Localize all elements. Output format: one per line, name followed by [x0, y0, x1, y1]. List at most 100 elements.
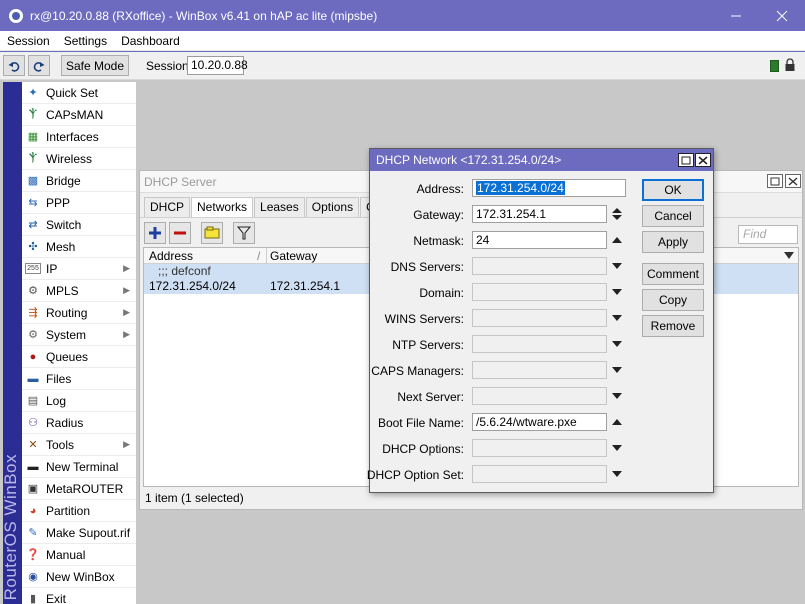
- tab-leases[interactable]: Leases: [254, 197, 305, 217]
- address-field[interactable]: 172.31.254.0/24: [472, 179, 626, 197]
- tab-dhcp[interactable]: DHCP: [144, 197, 191, 217]
- undo-button[interactable]: [3, 55, 25, 76]
- dialog-close-button[interactable]: [695, 153, 711, 167]
- dhcp-server-maximize-button[interactable]: [767, 174, 783, 188]
- wins-servers-field[interactable]: [472, 309, 607, 327]
- sidebar-item-files[interactable]: ▬ Files: [22, 368, 136, 390]
- expand-arrow-icon[interactable]: [612, 361, 622, 379]
- close-button[interactable]: [759, 0, 805, 31]
- filter-button[interactable]: [233, 222, 255, 244]
- sidebar-item-exit[interactable]: ▮ Exit: [22, 588, 136, 604]
- boot-file-name-field[interactable]: /5.6.24/wtware.pxe: [472, 413, 607, 431]
- sidebar-item-quick-set[interactable]: ✦ Quick Set: [22, 82, 136, 104]
- sidebar-item-switch[interactable]: ⇄ Switch: [22, 214, 136, 236]
- collapse-arrow-icon[interactable]: [612, 231, 622, 249]
- sidebar-item-system[interactable]: ⚙ System ▶: [22, 324, 136, 346]
- sidebar-item-make-supout-rif[interactable]: ✎ Make Supout.rif: [22, 522, 136, 544]
- safe-mode-button[interactable]: Safe Mode: [61, 55, 129, 76]
- apply-button[interactable]: Apply: [642, 231, 704, 253]
- dhcp-network-dialog: DHCP Network <172.31.254.0/24> Address: 1…: [367, 148, 714, 493]
- redo-button[interactable]: [28, 55, 50, 76]
- sidebar-item-new-winbox[interactable]: ◉ New WinBox: [22, 566, 136, 588]
- tab-networks[interactable]: Networks: [191, 197, 254, 218]
- window-titlebar: rx@10.20.0.88 (RXoffice) - WinBox v6.41 …: [0, 0, 805, 31]
- dhcp-option-set-field[interactable]: [472, 465, 607, 483]
- caps-managers-field[interactable]: [472, 361, 607, 379]
- sidebar-item-interfaces[interactable]: ▦ Interfaces: [22, 126, 136, 148]
- add-button[interactable]: [144, 222, 166, 244]
- partition-icon: ◕: [29, 504, 37, 517]
- remove-button[interactable]: Remove: [642, 315, 704, 337]
- ntp-servers-field[interactable]: [472, 335, 607, 353]
- sidebar-item-wireless[interactable]: Ⲯ Wireless: [22, 148, 136, 170]
- menu-settings[interactable]: Settings: [57, 34, 114, 48]
- field-label: Next Server:: [397, 390, 464, 404]
- add-remove-arrows-icon[interactable]: [612, 205, 622, 223]
- copy-button[interactable]: Copy: [642, 289, 704, 311]
- expand-arrow-icon[interactable]: [612, 439, 622, 457]
- sidebar-menu: ✦ Quick Set Ⲯ CAPsMAN ▦ Interfaces Ⲯ Wireless ▩ B…: [22, 82, 137, 604]
- menu-dashboard[interactable]: Dashboard: [114, 34, 187, 48]
- dialog-maximize-button[interactable]: [678, 153, 694, 167]
- mpls-icon: ⚙: [28, 285, 38, 297]
- dns-servers-field[interactable]: [472, 257, 607, 275]
- sidebar-item-label: Queues: [46, 349, 89, 364]
- sidebar-item-manual[interactable]: ❓ Manual: [22, 544, 136, 566]
- comment-button[interactable]: Comment: [642, 263, 704, 285]
- sort-indicator: /: [257, 249, 261, 263]
- sidebar-item-label: Switch: [46, 217, 82, 232]
- expand-arrow-icon[interactable]: [612, 465, 622, 483]
- menu-session[interactable]: Session: [0, 34, 57, 48]
- tab-options[interactable]: Options: [305, 197, 360, 217]
- sidebar-item-capsman[interactable]: Ⲯ CAPsMAN: [22, 104, 136, 126]
- comment-button[interactable]: [201, 222, 223, 244]
- remove-button[interactable]: [169, 222, 191, 244]
- expand-arrow-icon[interactable]: [612, 283, 622, 301]
- column-gateway[interactable]: Gateway: [270, 249, 317, 263]
- ip-icon: 255: [25, 263, 41, 274]
- expand-arrow-icon[interactable]: [612, 387, 622, 405]
- sidebar-item-bridge[interactable]: ▩ Bridge: [22, 170, 136, 192]
- collapse-arrow-icon[interactable]: [612, 413, 622, 431]
- sidebar-item-mpls[interactable]: ⚙ MPLS ▶: [22, 280, 136, 302]
- sidebar-item-tools[interactable]: ✕ Tools ▶: [22, 434, 136, 456]
- ok-button[interactable]: OK: [642, 179, 704, 201]
- find-input[interactable]: Find: [738, 225, 798, 244]
- green-status-icon: [770, 60, 779, 72]
- tools-icon: ✕: [28, 439, 38, 451]
- cancel-button[interactable]: Cancel: [642, 205, 704, 227]
- sidebar-item-label: MetaROUTER: [46, 481, 124, 496]
- sidebar-item-partition[interactable]: ◕ Partition: [22, 500, 136, 522]
- netmask-field[interactable]: 24: [472, 231, 607, 249]
- submenu-arrow-icon: ▶: [123, 263, 130, 273]
- sidebar-item-ppp[interactable]: ⇆ PPP: [22, 192, 136, 214]
- sidebar-item-radius[interactable]: ⚇ Radius: [22, 412, 136, 434]
- sidebar-item-metarouter[interactable]: ▣ MetaROUTER: [22, 478, 136, 500]
- sidebar-item-new-terminal[interactable]: ▬ New Terminal: [22, 456, 136, 478]
- sidebar-item-routing[interactable]: ⇶ Routing ▶: [22, 302, 136, 324]
- sidebar-item-label: Make Supout.rif: [46, 525, 131, 540]
- expand-arrow-icon[interactable]: [612, 309, 622, 327]
- brand-text: RouterOS WinBox: [3, 453, 20, 600]
- field-label: CAPS Managers:: [371, 364, 464, 378]
- next-server-field[interactable]: [472, 387, 607, 405]
- maximize-button[interactable]: [713, 0, 759, 31]
- dialog-title: DHCP Network <172.31.254.0/24>: [370, 149, 713, 171]
- sidebar-item-ip[interactable]: 255 IP ▶: [22, 258, 136, 280]
- domain-field[interactable]: [472, 283, 607, 301]
- expand-arrow-icon[interactable]: [612, 335, 622, 353]
- main-toolbar: Safe Mode Session: 10.20.0.88: [0, 52, 805, 80]
- sidebar-item-queues[interactable]: ● Queues: [22, 346, 136, 368]
- sidebar-item-label: Manual: [46, 547, 86, 562]
- dhcp-options-field[interactable]: [472, 439, 607, 457]
- column-address[interactable]: Address: [149, 249, 193, 263]
- sidebar-item-mesh[interactable]: ✣ Mesh: [22, 236, 136, 258]
- expand-arrow-icon[interactable]: [612, 257, 622, 275]
- dhcp-server-close-button[interactable]: [785, 174, 801, 188]
- sidebar-item-log[interactable]: ▤ Log: [22, 390, 136, 412]
- gear-icon: ⚙: [28, 329, 38, 341]
- sidebar-item-label: Quick Set: [46, 85, 99, 100]
- column-dropdown-icon[interactable]: [784, 252, 794, 260]
- gateway-field[interactable]: 172.31.254.1: [472, 205, 607, 223]
- manual-icon: ❓: [26, 549, 40, 561]
